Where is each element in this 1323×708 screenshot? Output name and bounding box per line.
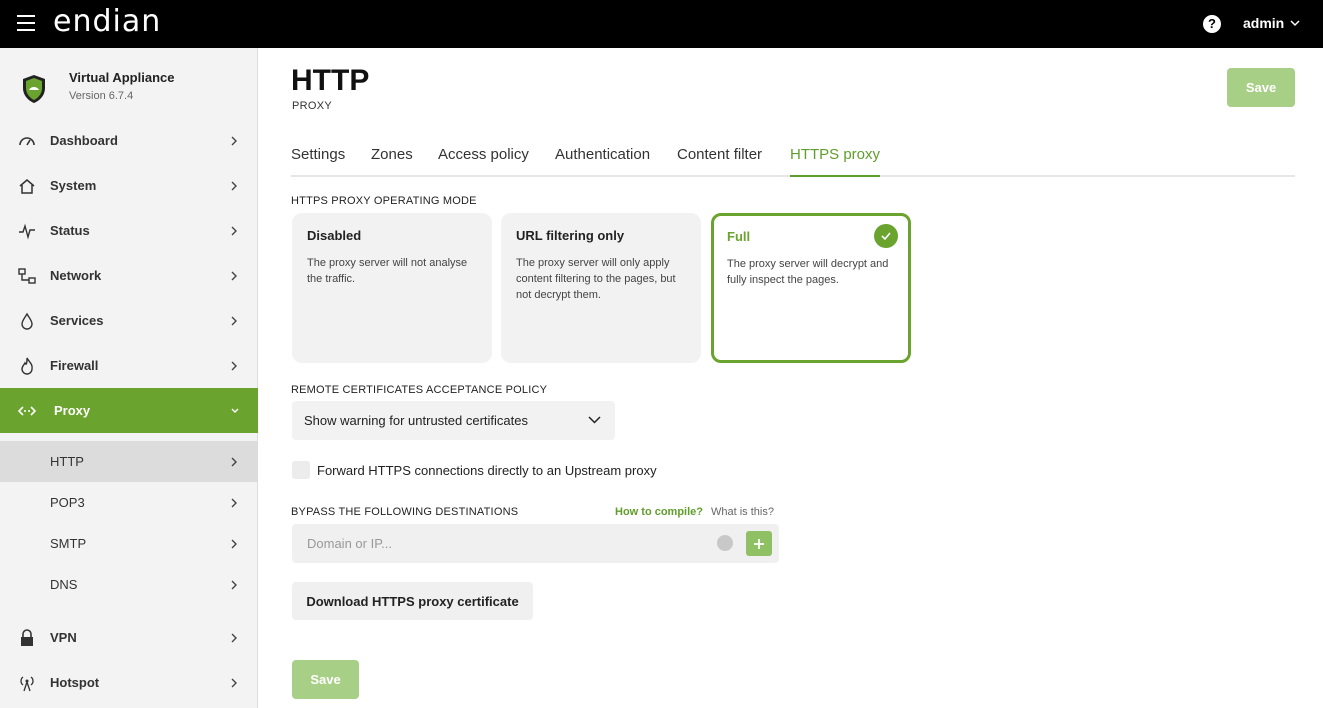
chevron-right-icon (231, 181, 237, 190)
top-bar: endian ? admin (0, 0, 1323, 48)
mode-description: The proxy server will only apply content… (516, 257, 676, 301)
sidebar-item-label: Status (50, 223, 90, 238)
proxy-icon (18, 402, 36, 420)
chevron-right-icon (231, 580, 237, 589)
sidebar-item-label: Services (50, 313, 104, 328)
chevron-right-icon (231, 539, 237, 548)
sidebar-subitem-http[interactable]: HTTP (0, 441, 258, 482)
sidebar-item-label: Firewall (50, 358, 99, 373)
user-menu[interactable]: admin (1243, 15, 1300, 31)
sidebar-item-label: Dashboard (50, 133, 118, 148)
sidebar-subitem-label: POP3 (50, 495, 85, 510)
drop-icon (18, 312, 36, 330)
sidebar-item-hotspot[interactable]: Hotspot (0, 660, 258, 705)
help-icon[interactable]: ? (1203, 15, 1221, 33)
tab-https-proxy[interactable]: HTTPS proxy (790, 146, 881, 177)
certificates-policy-label: REMOTE CERTIFICATES ACCEPTANCE POLICY (291, 384, 548, 396)
tab-settings[interactable]: Settings (291, 146, 345, 177)
sidebar: Virtual Appliance Version 6.7.4 Dashboar… (0, 48, 258, 708)
endian-logo: endian (53, 4, 162, 39)
mode-title: URL filtering only (516, 228, 625, 243)
check-icon (874, 224, 898, 248)
sidebar-subitem-pop3[interactable]: POP3 (0, 482, 258, 523)
sidebar-item-label: Network (50, 268, 102, 283)
page-title: HTTP (291, 64, 370, 97)
chevron-right-icon (231, 498, 237, 507)
sidebar-subitem-label: SMTP (50, 536, 87, 551)
operating-mode-label: HTTPS PROXY OPERATING MODE (291, 195, 477, 207)
forward-upstream-label: Forward HTTPS connections directly to an… (317, 463, 657, 478)
tab-access-policy[interactable]: Access policy (438, 146, 529, 177)
bypass-destination-input[interactable] (292, 524, 779, 563)
menu-icon[interactable] (17, 15, 35, 31)
download-certificate-button[interactable]: Download HTTPS proxy certificate (292, 582, 533, 620)
appliance-name: Virtual Appliance (69, 70, 175, 85)
sidebar-subitem-label: DNS (50, 577, 78, 592)
sidebar-item-label: System (50, 178, 97, 193)
sidebar-item-network[interactable]: Network (0, 253, 258, 298)
sidebar-subitem-label: HTTP (50, 454, 84, 469)
mode-title: Full (727, 229, 751, 244)
page-subtitle: PROXY (292, 100, 333, 112)
tab-bar: Settings Zones Access policy Authenticat… (291, 146, 1295, 177)
mode-card-disabled[interactable]: Disabled The proxy server will not analy… (292, 213, 492, 363)
user-name: admin (1243, 15, 1285, 31)
sidebar-item-vpn[interactable]: VPN (0, 615, 258, 660)
gauge-icon (18, 132, 36, 150)
mode-description: The proxy server will not analyse the tr… (307, 257, 468, 285)
sidebar-subitem-dns[interactable]: DNS (0, 564, 258, 605)
chevron-right-icon (231, 226, 237, 235)
bypass-label: BYPASS THE FOLLOWING DESTINATIONS (291, 506, 519, 518)
chevron-down-icon (588, 416, 601, 424)
lock-icon (18, 628, 36, 647)
save-button[interactable]: Save (1227, 68, 1295, 107)
sidebar-subitem-smtp[interactable]: SMTP (0, 523, 258, 564)
home-icon (18, 177, 36, 195)
network-icon (18, 267, 36, 285)
save-bottom-button[interactable]: Save (292, 660, 359, 699)
chevron-right-icon (231, 271, 237, 280)
pulse-icon (18, 222, 36, 240)
chevron-right-icon (231, 316, 237, 325)
sidebar-item-dashboard[interactable]: Dashboard (0, 118, 258, 163)
certificates-policy-select[interactable]: Show warning for untrusted certificates (292, 401, 615, 440)
sidebar-item-proxy[interactable]: Proxy (0, 388, 258, 433)
sidebar-item-status[interactable]: Status (0, 208, 258, 253)
mode-card-full[interactable]: Full The proxy server will decrypt and f… (711, 213, 911, 363)
sidebar-item-label: Hotspot (50, 675, 100, 690)
sidebar-item-label: VPN (50, 630, 77, 645)
chevron-down-icon (231, 408, 239, 413)
sidebar-item-services[interactable]: Services (0, 298, 258, 343)
what-is-this-link[interactable]: What is this? (711, 506, 774, 518)
chevron-right-icon (231, 136, 237, 145)
shield-icon (23, 75, 45, 103)
chevron-down-icon (1290, 20, 1300, 27)
plus-icon (754, 538, 764, 549)
how-to-compile-link[interactable]: How to compile? (615, 506, 703, 518)
chevron-right-icon (231, 678, 237, 687)
forward-upstream-checkbox[interactable] (292, 461, 310, 479)
chevron-right-icon (231, 361, 237, 370)
sidebar-item-firewall[interactable]: Firewall (0, 343, 258, 388)
add-destination-button[interactable] (746, 531, 772, 556)
tab-content-filter[interactable]: Content filter (677, 146, 762, 177)
status-dot-icon (717, 535, 733, 551)
chevron-right-icon (231, 633, 237, 642)
sidebar-item-label: Proxy (54, 403, 91, 418)
flame-icon (18, 357, 36, 375)
select-value: Show warning for untrusted certificates (304, 413, 528, 428)
tab-zones[interactable]: Zones (371, 146, 413, 177)
appliance-version: Version 6.7.4 (69, 90, 134, 102)
mode-description: The proxy server will decrypt and fully … (727, 258, 889, 286)
tab-authentication[interactable]: Authentication (555, 146, 650, 177)
sidebar-item-system[interactable]: System (0, 163, 258, 208)
chevron-right-icon (231, 457, 237, 466)
mode-card-url-filtering[interactable]: URL filtering only The proxy server will… (501, 213, 701, 363)
antenna-icon (18, 674, 36, 692)
mode-title: Disabled (307, 228, 362, 243)
